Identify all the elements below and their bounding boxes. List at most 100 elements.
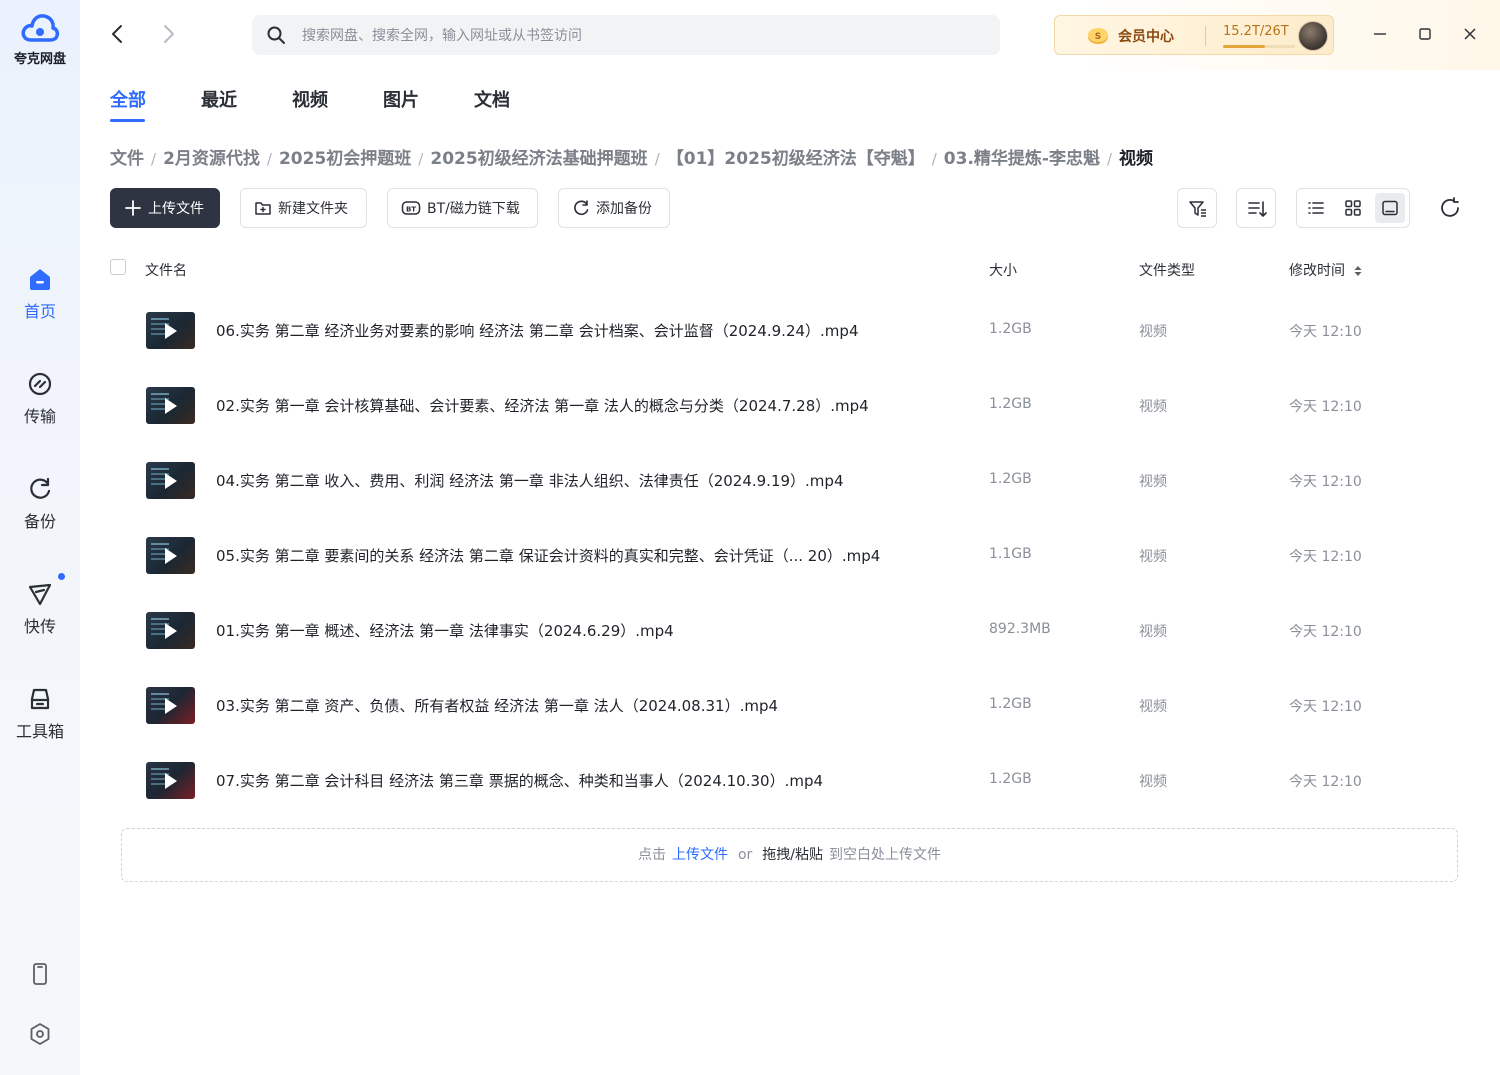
sidebar-item-toolbox[interactable]: 工具箱: [0, 686, 80, 742]
column-header-modified-label: 修改时间: [1289, 263, 1345, 279]
bt-download-button[interactable]: BT BT/磁力链下载: [387, 188, 538, 228]
tab-document[interactable]: 文档: [474, 86, 510, 112]
breadcrumb-item[interactable]: 2025初会押题班: [279, 149, 411, 169]
file-modified: 今天 12:10: [1289, 549, 1362, 565]
dropzone-prefix: 点击: [637, 847, 666, 863]
sidebar: 夸克网盘 首页 传输 备份 快传 工具箱: [0, 0, 80, 1075]
dropzone-upload-link[interactable]: 上传文件: [672, 847, 728, 863]
file-size: 1.2GB: [989, 771, 1032, 787]
play-icon: [165, 698, 177, 714]
sidebar-item-label: 快传: [23, 617, 56, 636]
cloud-logo-icon: [21, 14, 60, 42]
add-backup-button[interactable]: 添加备份: [558, 188, 670, 228]
breadcrumb-item[interactable]: 2025初级经济法基础押题班: [430, 149, 647, 169]
upload-button[interactable]: 上传文件: [110, 188, 220, 228]
vip-panel: S 会员中心 15.2T/26T: [1054, 15, 1334, 55]
play-icon: [165, 623, 177, 639]
active-tab-indicator: [110, 119, 145, 122]
quick-send-icon: [28, 583, 52, 606]
file-size: 892.3MB: [989, 621, 1051, 637]
search-bar[interactable]: [252, 15, 1000, 57]
table-row[interactable]: 04.实务 第二章 收入、费用、利润 经济法 第一章 非法人组织、法律责任（20…: [110, 443, 1470, 518]
file-modified: 今天 12:10: [1289, 324, 1362, 340]
refresh-icon[interactable]: [1438, 196, 1462, 220]
list-view-button[interactable]: [1301, 193, 1331, 223]
app-logo[interactable]: 夸克网盘: [0, 10, 80, 67]
transfer-icon: [28, 372, 52, 396]
maximize-icon[interactable]: [1415, 24, 1435, 44]
file-type: 视频: [1139, 549, 1167, 565]
sidebar-item-transfer[interactable]: 传输: [0, 371, 80, 427]
file-type: 视频: [1139, 474, 1167, 490]
sidebar-item-label: 备份: [23, 512, 56, 531]
tab-all[interactable]: 全部: [110, 86, 146, 112]
dropzone-suffix: 到空白处上传文件: [829, 847, 942, 863]
play-icon: [165, 398, 177, 414]
tab-recent[interactable]: 最近: [201, 86, 237, 112]
storage-bar: [1223, 45, 1295, 48]
breadcrumb-separator: /: [266, 150, 272, 168]
file-type: 视频: [1139, 399, 1167, 415]
breadcrumb-item[interactable]: 2月资源代找: [163, 149, 260, 169]
select-all-checkbox[interactable]: [110, 259, 126, 275]
close-icon[interactable]: [1460, 24, 1480, 44]
vip-center-link[interactable]: 会员中心: [1118, 26, 1174, 46]
sidebar-item-quick-send[interactable]: 快传: [0, 573, 80, 637]
phone-button[interactable]: [0, 962, 80, 986]
upload-dropzone[interactable]: 点击 上传文件 or 拖拽/粘贴 到空白处上传文件: [121, 828, 1458, 882]
breadcrumb-item[interactable]: 03.精华提炼-李忠魁: [944, 149, 1100, 169]
backup-icon: [574, 200, 589, 216]
svg-text:S: S: [1095, 32, 1101, 42]
vip-divider: [1205, 26, 1206, 46]
table-row[interactable]: 06.实务 第二章 经济业务对要素的影响 经济法 第二章 会计档案、会计监督（2…: [110, 293, 1470, 368]
sidebar-item-backup[interactable]: 备份: [0, 476, 80, 532]
file-name: 01.实务 第一章 概述、经济法 第一章 法律事实（2024.6.29）.mp4: [216, 622, 674, 640]
sidebar-item-home[interactable]: 首页: [0, 266, 80, 322]
storage-usage[interactable]: 15.2T/26T: [1223, 24, 1289, 39]
play-icon: [165, 473, 177, 489]
file-modified: 今天 12:10: [1289, 624, 1362, 640]
coin-icon: S: [1088, 28, 1108, 44]
avatar[interactable]: [1298, 21, 1328, 51]
view-mode-group: [1296, 188, 1410, 228]
search-input[interactable]: [300, 15, 984, 57]
settings-button[interactable]: [0, 1022, 80, 1046]
table-header: 文件名 大小 文件类型 修改时间: [110, 255, 1470, 283]
large-view-icon: [1382, 200, 1398, 216]
folder-plus-icon: [255, 202, 271, 215]
file-type: 视频: [1139, 774, 1167, 790]
column-header-modified[interactable]: 修改时间: [1289, 260, 1363, 280]
large-view-button[interactable]: [1375, 193, 1405, 223]
play-icon: [165, 548, 177, 564]
column-header-name[interactable]: 文件名: [145, 260, 187, 280]
breadcrumb-item[interactable]: 【01】2025初级经济法【夺魁】: [667, 149, 925, 169]
forward-arrow-icon[interactable]: [156, 22, 180, 46]
filter-button[interactable]: [1177, 188, 1217, 228]
file-name: 02.实务 第一章 会计核算基础、会计要素、经济法 第一章 法人的概念与分类（2…: [216, 397, 869, 415]
file-name: 06.实务 第二章 经济业务对要素的影响 经济法 第二章 会计档案、会计监督（2…: [216, 322, 859, 340]
tab-video[interactable]: 视频: [292, 86, 328, 112]
back-arrow-icon[interactable]: [106, 22, 130, 46]
table-row[interactable]: 05.实务 第二章 要素间的关系 经济法 第二章 保证会计资料的真实和完整、会计…: [110, 518, 1470, 593]
table-row[interactable]: 07.实务 第二章 会计科目 经济法 第三章 票据的概念、种类和当事人（2024…: [110, 743, 1470, 818]
backup-icon: [30, 477, 51, 499]
sort-icon: [1248, 201, 1267, 217]
new-folder-button[interactable]: 新建文件夹: [240, 188, 367, 228]
sort-button[interactable]: [1236, 188, 1276, 228]
minimize-icon[interactable]: [1370, 24, 1390, 44]
tab-image[interactable]: 图片: [383, 86, 419, 112]
list-view-icon: [1308, 202, 1324, 214]
bt-download-button-label: BT/磁力链下载: [427, 201, 520, 217]
grid-view-button[interactable]: [1338, 193, 1368, 223]
table-row[interactable]: 02.实务 第一章 会计核算基础、会计要素、经济法 第一章 法人的概念与分类（2…: [110, 368, 1470, 443]
column-header-type[interactable]: 文件类型: [1139, 260, 1195, 280]
breadcrumb-separator: /: [1106, 150, 1113, 168]
table-row[interactable]: 03.实务 第二章 资产、负债、所有者权益 经济法 第一章 法人（2024.08…: [110, 668, 1470, 743]
table-row[interactable]: 01.实务 第一章 概述、经济法 第一章 法律事实（2024.6.29）.mp4…: [110, 593, 1470, 668]
breadcrumb-item[interactable]: 文件: [110, 149, 144, 169]
column-header-size[interactable]: 大小: [989, 260, 1017, 280]
file-modified: 今天 12:10: [1289, 774, 1362, 790]
file-size: 1.2GB: [989, 696, 1032, 712]
video-thumbnail: [146, 612, 195, 649]
storage-bar-fill: [1223, 45, 1266, 48]
